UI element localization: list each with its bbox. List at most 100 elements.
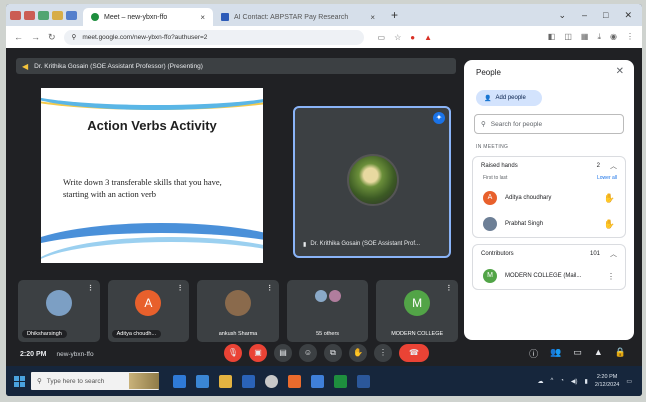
list-item[interactable]: Prabhat Singh ✋ xyxy=(473,211,625,237)
menu-icon[interactable]: ⋮ xyxy=(626,32,634,42)
bookmark-icon[interactable]: ☆ xyxy=(394,33,401,42)
chevron-up-icon[interactable]: ︿ xyxy=(610,161,617,171)
speaker-name-row: ▮ Dr. Krithika Gosain (SOE Assistant Pro… xyxy=(303,241,420,248)
more-icon[interactable]: ⠇ xyxy=(268,284,274,293)
new-tab-icon[interactable]: + xyxy=(391,8,398,22)
weather-icon[interactable]: ☁ xyxy=(537,378,543,385)
presenting-banner: ◀ Dr. Krithika Gosain (SOE Assistant Pro… xyxy=(16,58,456,74)
meet-icon[interactable] xyxy=(38,10,49,20)
raised-hands-header[interactable]: Raised hands 2 ︿ xyxy=(473,157,625,175)
gmail-icon[interactable] xyxy=(10,10,21,20)
presentation-slide: Action Verbs Activity Write down 3 trans… xyxy=(41,88,263,263)
tab-meet[interactable]: Meet – new-ybxn-ffo × xyxy=(83,8,213,26)
call-controls: 🎙 ▣ ▤ ☺ ⧉ ✋ ⋮ ☎ xyxy=(224,344,429,362)
people-search-input[interactable]: ⚲ Search for people xyxy=(474,114,624,134)
extension-icon[interactable]: ◧ xyxy=(548,32,556,42)
close-window-icon[interactable]: ✕ xyxy=(624,10,632,21)
participant-tile[interactable]: ⠇ ankush Sharma xyxy=(197,280,279,342)
chrome-icon[interactable] xyxy=(265,374,278,388)
pinned-tabs[interactable] xyxy=(10,10,77,20)
minimize-icon[interactable]: – xyxy=(582,10,587,21)
drive-icon[interactable] xyxy=(52,10,63,20)
info-icon[interactable]: ⓘ xyxy=(529,347,538,360)
people-icon[interactable]: 👥 xyxy=(550,347,561,360)
extensions-row: ◧ ◫ ▦ ⤓ ◉ ⋮ xyxy=(548,32,634,42)
extension-icon[interactable]: ▦ xyxy=(581,32,589,42)
mic-off-button[interactable]: 🎙 xyxy=(224,344,242,362)
search-placeholder: Search for people xyxy=(490,120,543,128)
maximize-icon[interactable]: □ xyxy=(603,10,608,21)
chat-icon[interactable]: ▭ xyxy=(573,347,582,360)
tab-label: Meet – new-ybxn-ffo xyxy=(104,13,168,21)
camera-off-button[interactable]: ▣ xyxy=(249,344,267,362)
download-icon[interactable]: ⤓ xyxy=(597,32,601,42)
forward-icon[interactable]: → xyxy=(31,32,40,43)
edge-icon[interactable] xyxy=(173,374,186,388)
site-info-icon[interactable]: ⚲ xyxy=(72,33,77,41)
address-bar[interactable]: ⚲ meet.google.com/new-ybxn-ffo?authuser=… xyxy=(63,29,364,45)
more-icon[interactable]: ⠇ xyxy=(447,284,453,293)
emoji-button[interactable]: ☺ xyxy=(299,344,317,362)
search-icon: ⚲ xyxy=(37,378,42,385)
more-icon[interactable]: ⠇ xyxy=(178,284,184,293)
windows-start-icon[interactable] xyxy=(14,375,25,387)
close-tab-icon[interactable]: × xyxy=(200,13,205,22)
list-item[interactable]: A Aditya choudhary ✋ xyxy=(473,185,625,211)
speaker-tile[interactable]: ✦ ▮ Dr. Krithika Gosain (SOE Assistant P… xyxy=(293,106,451,258)
lower-all-link[interactable]: Lower all xyxy=(597,175,617,181)
excel-icon[interactable] xyxy=(334,374,347,388)
task-view-icon[interactable] xyxy=(196,374,209,388)
raise-hand-button[interactable]: ✋ xyxy=(349,344,367,362)
participant-tile[interactable]: ⠇ Dhiksharsingh xyxy=(18,280,100,342)
present-button[interactable]: ⧉ xyxy=(324,344,342,362)
participant-tile[interactable]: ⠇ M MODERN COLLEGE xyxy=(376,280,458,342)
others-tile[interactable]: 55 others xyxy=(286,280,369,342)
tab-search-icon[interactable]: ⌄ xyxy=(558,10,566,21)
more-icon[interactable]: ⋮ xyxy=(607,272,615,281)
close-icon[interactable]: ✕ xyxy=(616,66,624,77)
pin-icon[interactable]: ✦ xyxy=(433,112,445,124)
add-people-label: Add people xyxy=(495,95,526,101)
word-icon[interactable] xyxy=(357,374,370,388)
docs-icon[interactable] xyxy=(66,10,77,20)
panel-header: People ✕ xyxy=(464,60,634,82)
mail-icon[interactable] xyxy=(311,374,324,388)
gmail-icon[interactable] xyxy=(24,10,35,20)
tab-other[interactable]: AI Contact: ABPSTAR Pay Research × xyxy=(213,8,383,26)
chevron-up-icon[interactable]: ︿ xyxy=(610,249,617,259)
brave-icon[interactable] xyxy=(288,374,301,388)
warning-icon[interactable]: ▲ xyxy=(424,33,432,42)
back-icon[interactable]: ← xyxy=(14,32,23,43)
file-explorer-icon[interactable] xyxy=(219,374,232,388)
close-tab-icon[interactable]: × xyxy=(370,13,375,22)
extension-icon[interactable]: ◫ xyxy=(564,32,572,42)
battery-icon[interactable]: ▮ xyxy=(585,378,588,385)
participant-tile[interactable]: ⠇ A Aditya choudh... xyxy=(107,280,190,342)
taskbar-clock[interactable]: 2:20 PM 2/12/2024 xyxy=(595,373,619,389)
screen-share-icon[interactable]: ▭ xyxy=(378,33,386,42)
clock-time: 2:20 PM xyxy=(596,374,618,380)
profile-icon[interactable]: ◉ xyxy=(610,32,617,42)
more-icon[interactable]: ⠇ xyxy=(89,284,95,293)
captions-button[interactable]: ▤ xyxy=(274,344,292,362)
contributors-header[interactable]: Contributors 101 ︿ xyxy=(473,245,625,263)
person-name: Aditya choudhary xyxy=(505,195,552,201)
raised-hand-icon[interactable]: ✋ xyxy=(604,219,615,230)
notifications-icon[interactable]: ▭ xyxy=(626,378,632,385)
network-icon[interactable]: ◔ xyxy=(560,378,564,384)
section-label: IN MEETING xyxy=(476,144,509,150)
system-tray: ☁ ^ ◔ ◀) ▮ 2:20 PM 2/12/2024 ▭ xyxy=(537,373,642,389)
raised-hand-icon[interactable]: ✋ xyxy=(604,193,615,204)
host-controls-icon[interactable]: 🔒 xyxy=(615,347,626,360)
volume-icon[interactable]: ◀) xyxy=(571,378,578,385)
activities-icon[interactable]: ▲ xyxy=(594,347,603,360)
taskbar-search-input[interactable]: ⚲ Type here to search xyxy=(31,372,159,390)
more-options-button[interactable]: ⋮ xyxy=(374,344,392,362)
reload-icon[interactable]: ↻ xyxy=(48,32,56,43)
tray-chevron-icon[interactable]: ^ xyxy=(550,378,553,384)
end-call-button[interactable]: ☎ xyxy=(399,344,429,362)
store-icon[interactable] xyxy=(242,374,255,388)
list-item[interactable]: M MODERN COLLEGE (Mail... ⋮ xyxy=(473,263,625,289)
recording-icon[interactable]: ● xyxy=(410,33,415,42)
add-people-button[interactable]: 👤 Add people xyxy=(476,90,542,106)
